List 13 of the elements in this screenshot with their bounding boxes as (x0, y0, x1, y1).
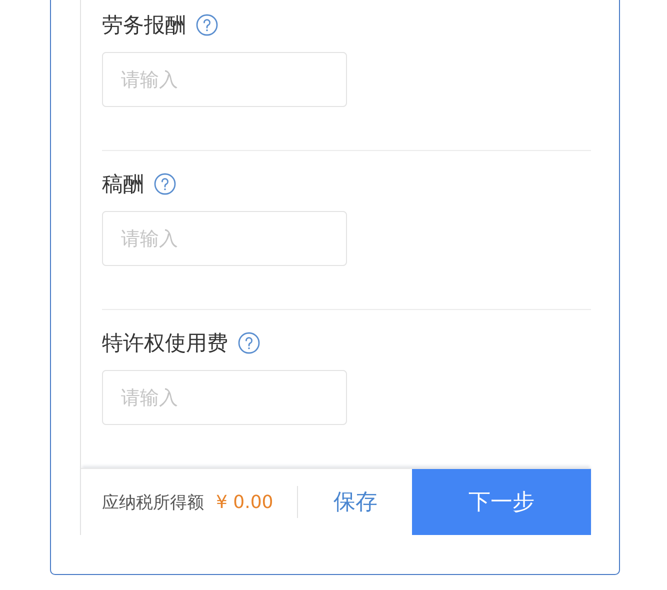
help-icon[interactable] (154, 173, 176, 195)
next-button[interactable]: 下一步 (412, 469, 591, 535)
input-field[interactable]: 请输入 (102, 211, 347, 266)
input-field[interactable]: 请输入 (102, 370, 347, 425)
save-button[interactable]: 保存 (298, 469, 412, 535)
field-label: 劳务报酬 (102, 12, 186, 39)
amount-value: ¥ 0.00 (216, 492, 274, 512)
field-label: 稿酬 (102, 171, 144, 198)
help-icon[interactable] (196, 14, 218, 36)
input-field[interactable]: 请输入 (102, 52, 347, 107)
amount-label: 应纳税所得额 (102, 492, 204, 514)
field-label: 特许权使用费 (102, 330, 228, 357)
help-icon[interactable] (238, 332, 260, 354)
